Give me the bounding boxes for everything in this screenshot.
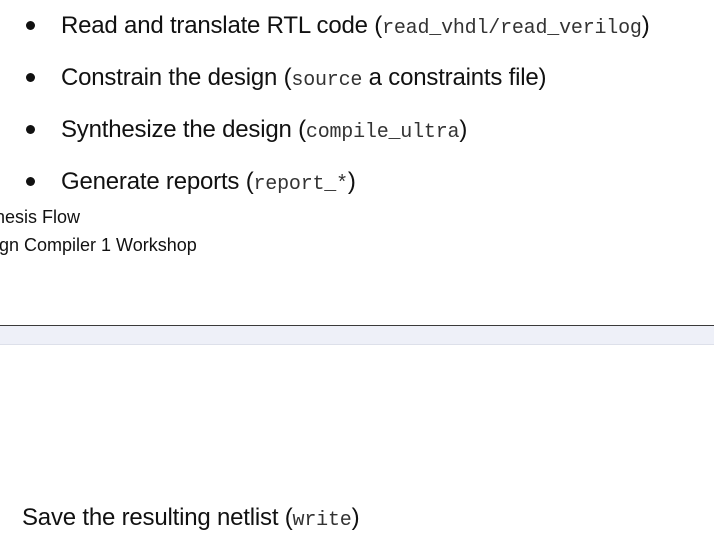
bullet-item-reports: Generate reports (report_*) bbox=[0, 162, 714, 202]
bullet-dot-icon bbox=[26, 125, 35, 134]
page-separator bbox=[0, 325, 714, 345]
command-code: source bbox=[291, 69, 363, 92]
command-code: report_* bbox=[253, 173, 349, 196]
bullet-item-constrain: Constrain the design (source a constrain… bbox=[0, 58, 714, 98]
document-page: Read and translate RTL code (read_vhdl/r… bbox=[0, 0, 714, 548]
slide-footer-course: sign Compiler 1 Workshop bbox=[0, 235, 197, 255]
bullet-dot-icon bbox=[26, 177, 35, 186]
slide-footer-title: nthesis Flow bbox=[0, 207, 81, 227]
bullet-item-synthesize: Synthesize the design (compile_ultra) bbox=[0, 110, 714, 150]
bullet-text: Synthesize the design (compile_ultra) bbox=[61, 116, 468, 144]
command-code: write bbox=[292, 509, 352, 532]
bullet-text: Constrain the design (source a constrain… bbox=[61, 64, 547, 92]
bullet-item-save-netlist: Save the resulting netlist (write) bbox=[22, 504, 360, 532]
bullet-dot-icon bbox=[26, 73, 35, 82]
command-code: compile_ultra bbox=[305, 121, 460, 144]
bullet-text: Generate reports (report_*) bbox=[61, 168, 356, 196]
bullet-text: Read and translate RTL code (read_vhdl/r… bbox=[61, 12, 650, 40]
bullet-item-read-rtl: Read and translate RTL code (read_vhdl/r… bbox=[0, 6, 714, 46]
bullet-dot-icon bbox=[26, 21, 35, 30]
command-code: read_vhdl/read_verilog bbox=[382, 17, 642, 40]
